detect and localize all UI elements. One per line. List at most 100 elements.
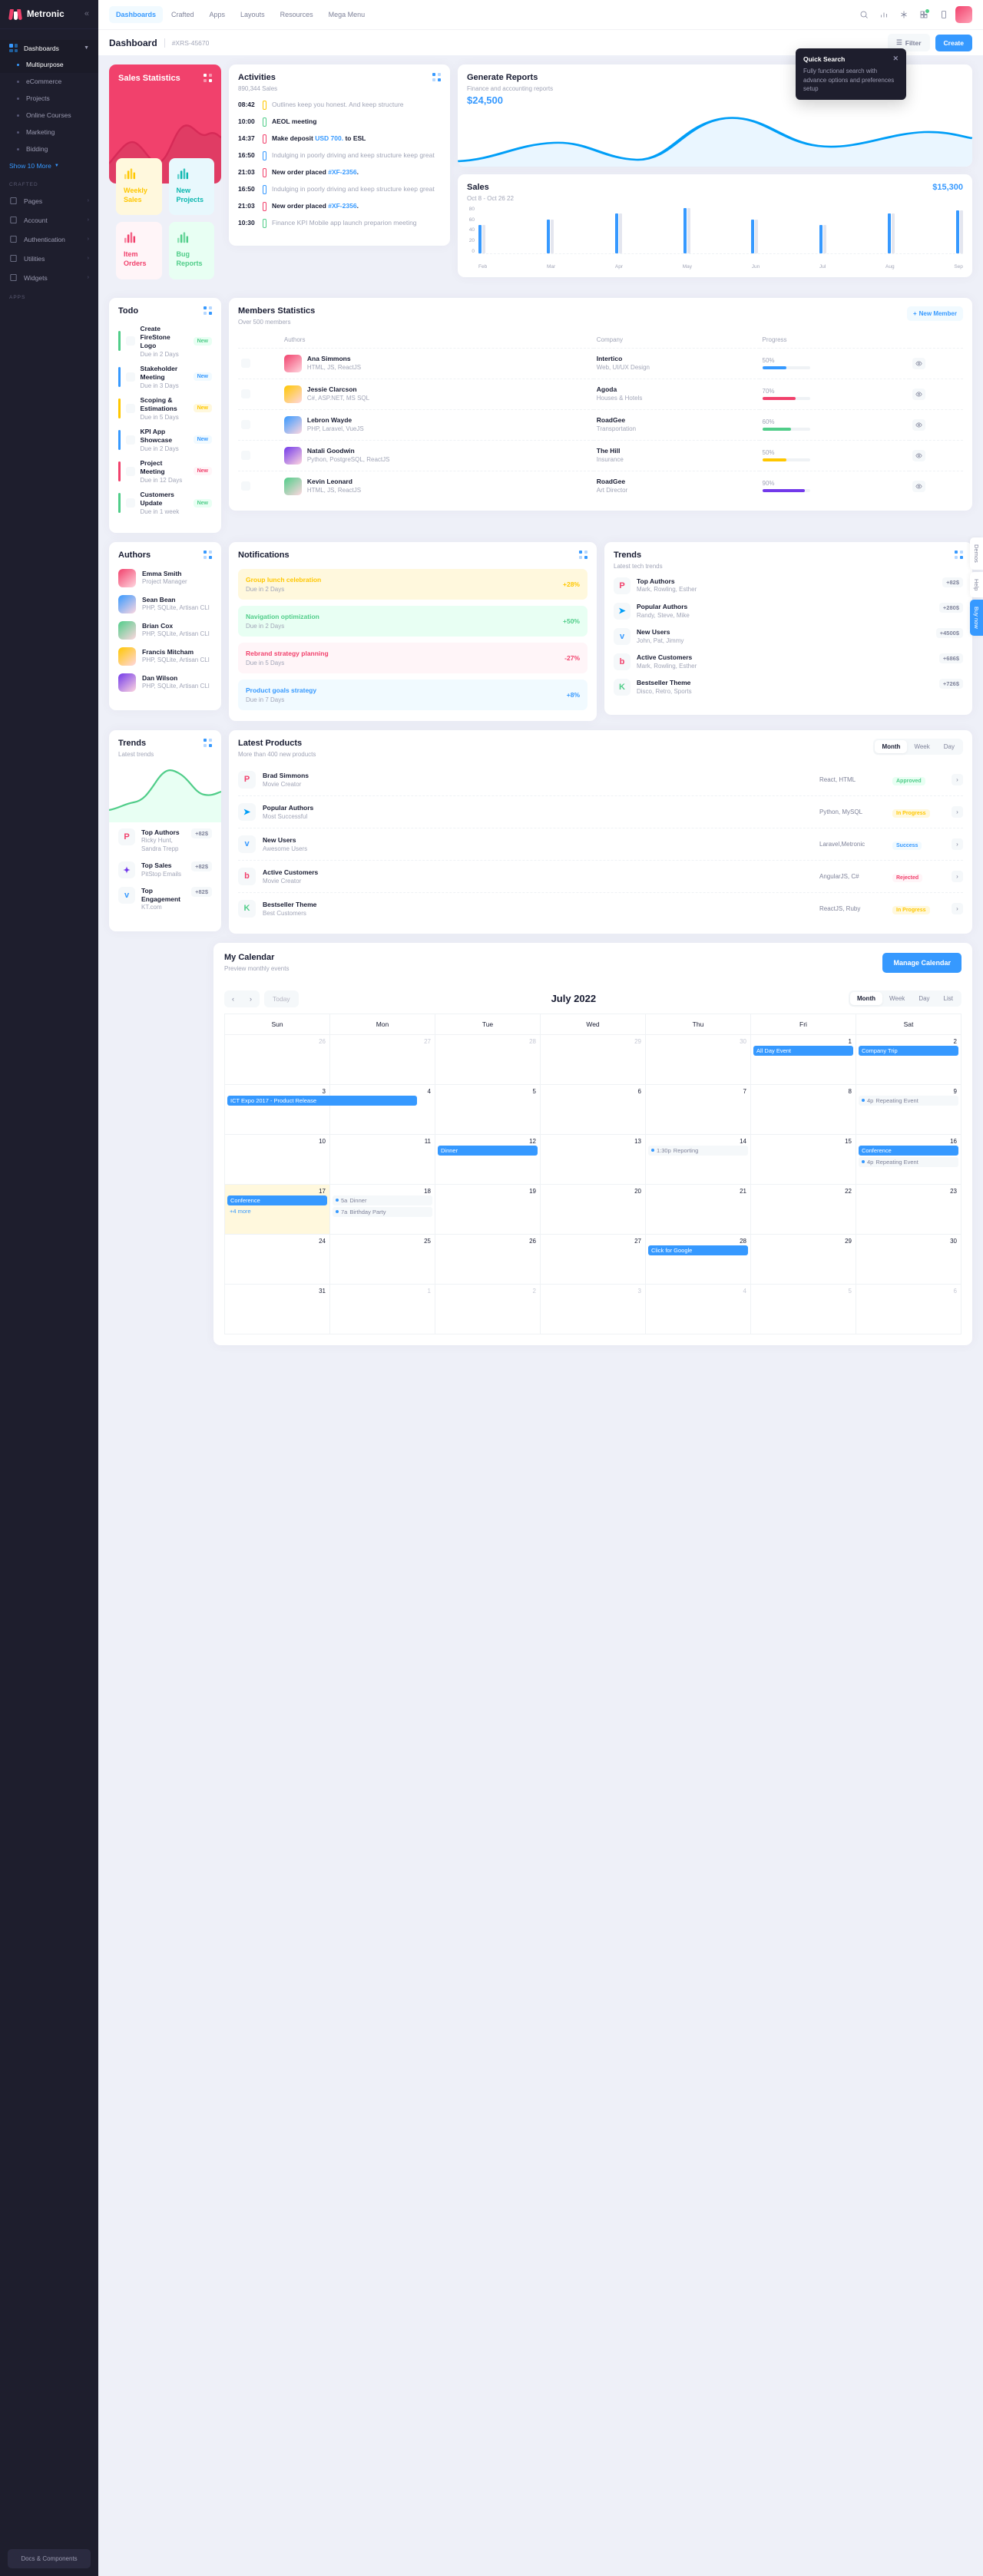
sidebar-item-pages[interactable]: Pages ›: [0, 191, 98, 210]
card-options-icon[interactable]: [204, 74, 212, 82]
row-checkbox[interactable]: [241, 359, 250, 368]
more-events-link[interactable]: +4 more: [227, 1207, 327, 1215]
calendar-day-cell[interactable]: 26: [435, 1233, 541, 1285]
sidebar-item-projects[interactable]: Projects: [0, 90, 98, 107]
calendar-day-cell[interactable]: 27: [540, 1233, 646, 1285]
todo-checkbox[interactable]: [125, 466, 135, 476]
grid-icon[interactable]: [915, 6, 932, 23]
sidebar-item-utilities[interactable]: Utilities ›: [0, 249, 98, 268]
todo-checkbox[interactable]: [125, 435, 135, 445]
calendar-event[interactable]: 5a Dinner: [333, 1195, 432, 1205]
todo-checkbox[interactable]: [125, 498, 135, 508]
calendar-event[interactable]: Dinner: [438, 1145, 538, 1156]
calendar-day-cell[interactable]: 14 1:30p Reporting: [645, 1133, 751, 1185]
sidebar-item-bidding[interactable]: Bidding: [0, 141, 98, 157]
view-button[interactable]: [912, 388, 926, 400]
calendar-day-cell[interactable]: 29: [540, 1033, 646, 1085]
calendar-event[interactable]: 4p Repeating Event: [859, 1095, 958, 1106]
tab-crafted[interactable]: Crafted: [164, 6, 201, 23]
sidebar-item-dashboards[interactable]: Dashboards ▼: [0, 40, 98, 56]
calendar-day-cell[interactable]: 30: [856, 1233, 961, 1285]
tab-layouts[interactable]: Layouts: [233, 6, 272, 23]
calendar-day-cell[interactable]: 24: [224, 1233, 330, 1285]
tile-item-orders[interactable]: Item Orders: [116, 222, 162, 279]
calendar-event[interactable]: All Day Event: [753, 1045, 853, 1056]
sidebar-collapse-icon[interactable]: «: [84, 10, 89, 18]
tile-weekly-sales[interactable]: Weekly Sales: [116, 158, 162, 216]
calendar-day-cell[interactable]: 23: [856, 1183, 961, 1235]
calendar-day-cell[interactable]: 13: [540, 1133, 646, 1185]
calendar-next-button[interactable]: ›: [242, 990, 260, 1007]
tab-month[interactable]: Month: [875, 740, 908, 754]
chevron-right-icon[interactable]: ›: [952, 805, 963, 818]
calendar-day-cell[interactable]: 22: [750, 1183, 856, 1235]
calendar-day-cell[interactable]: 8: [750, 1083, 856, 1135]
rail-help[interactable]: Help: [970, 571, 983, 598]
calendar-day-cell[interactable]: 15: [750, 1133, 856, 1185]
calendar-day-cell[interactable]: 26: [224, 1033, 330, 1085]
manage-calendar-button[interactable]: Manage Calendar: [882, 952, 961, 973]
tile-bug-reports[interactable]: Bug Reports: [168, 222, 214, 279]
calendar-day-cell[interactable]: 30: [645, 1033, 751, 1085]
row-checkbox[interactable]: [241, 420, 250, 429]
calendar-day-cell[interactable]: 27: [329, 1033, 435, 1085]
calendar-day-cell[interactable]: 29: [750, 1233, 856, 1285]
calendar-view-month[interactable]: Month: [850, 992, 882, 1006]
calendar-view-list[interactable]: List: [937, 992, 960, 1005]
calendar-day-cell[interactable]: 2 Company Trip: [856, 1033, 961, 1085]
sidebar-item-marketing[interactable]: Marketing: [0, 124, 98, 141]
calendar-day-cell[interactable]: 18 5a Dinner 7a Birthday Party: [329, 1183, 435, 1235]
calendar-day-cell[interactable]: 6: [540, 1083, 646, 1135]
calendar-event[interactable]: 4p Repeating Event: [859, 1156, 958, 1167]
calendar-day-cell[interactable]: 5: [435, 1083, 541, 1135]
card-options-icon[interactable]: [204, 739, 212, 748]
calendar-day-cell[interactable]: 3: [540, 1283, 646, 1334]
row-checkbox[interactable]: [241, 481, 250, 491]
card-options-icon[interactable]: [955, 551, 963, 560]
tab-week[interactable]: Week: [907, 740, 936, 753]
calendar-day-cell[interactable]: 21: [645, 1183, 751, 1235]
calendar-day-cell[interactable]: 16 Conference 4p Repeating Event: [856, 1133, 961, 1185]
todo-checkbox[interactable]: [125, 336, 135, 346]
calendar-day-cell[interactable]: 20: [540, 1183, 646, 1235]
calendar-day-cell[interactable]: 10: [224, 1133, 330, 1185]
calendar-day-cell[interactable]: 1: [329, 1283, 435, 1334]
calendar-day-cell[interactable]: 7: [645, 1083, 751, 1135]
calendar-day-cell[interactable]: 1 All Day Event: [750, 1033, 856, 1085]
rail-demos[interactable]: Demos: [970, 537, 983, 570]
todo-checkbox[interactable]: [125, 372, 135, 382]
calendar-day-cell[interactable]: 17 Conference +4 more: [224, 1183, 330, 1235]
tab-day[interactable]: Day: [937, 740, 961, 753]
row-checkbox[interactable]: [241, 451, 250, 460]
view-button[interactable]: [912, 357, 926, 369]
calendar-day-cell[interactable]: 28 Click for Google: [645, 1233, 751, 1285]
sidebar-show-more[interactable]: Show 10 More ▼: [0, 157, 98, 174]
chevron-right-icon[interactable]: ›: [952, 870, 963, 882]
card-options-icon[interactable]: [432, 73, 441, 81]
calendar-day-cell[interactable]: 6: [856, 1283, 961, 1334]
calendar-event[interactable]: Conference: [859, 1145, 958, 1156]
calendar-event[interactable]: 7a Birthday Party: [333, 1206, 432, 1217]
sparkle-icon[interactable]: [895, 6, 912, 23]
todo-checkbox[interactable]: [125, 403, 135, 413]
calendar-day-cell[interactable]: 2: [435, 1283, 541, 1334]
view-button[interactable]: [912, 418, 926, 431]
activity-link[interactable]: #XF-2356: [328, 168, 356, 176]
calendar-event[interactable]: 1:30p Reporting: [648, 1145, 748, 1156]
tile-new-projects[interactable]: New Projects: [168, 158, 214, 216]
calendar-event[interactable]: Company Trip: [859, 1045, 958, 1056]
chevron-right-icon[interactable]: ›: [952, 902, 963, 914]
calendar-day-cell[interactable]: 28: [435, 1033, 541, 1085]
mobile-icon[interactable]: [935, 6, 952, 23]
chevron-right-icon[interactable]: ›: [952, 773, 963, 785]
sidebar-item-account[interactable]: Account ›: [0, 210, 98, 230]
sidebar-item-ecommerce[interactable]: eCommerce: [0, 73, 98, 90]
calendar-day-cell[interactable]: 31: [224, 1283, 330, 1334]
calendar-view-week[interactable]: Week: [882, 992, 912, 1005]
calendar-today-button[interactable]: Today: [264, 990, 299, 1007]
avatar[interactable]: [955, 6, 972, 23]
sidebar-item-authentication[interactable]: Authentication ›: [0, 230, 98, 249]
row-checkbox[interactable]: [241, 389, 250, 398]
calendar-event[interactable]: Click for Google: [648, 1245, 748, 1255]
calendar-day-cell[interactable]: 12 Dinner: [435, 1133, 541, 1185]
